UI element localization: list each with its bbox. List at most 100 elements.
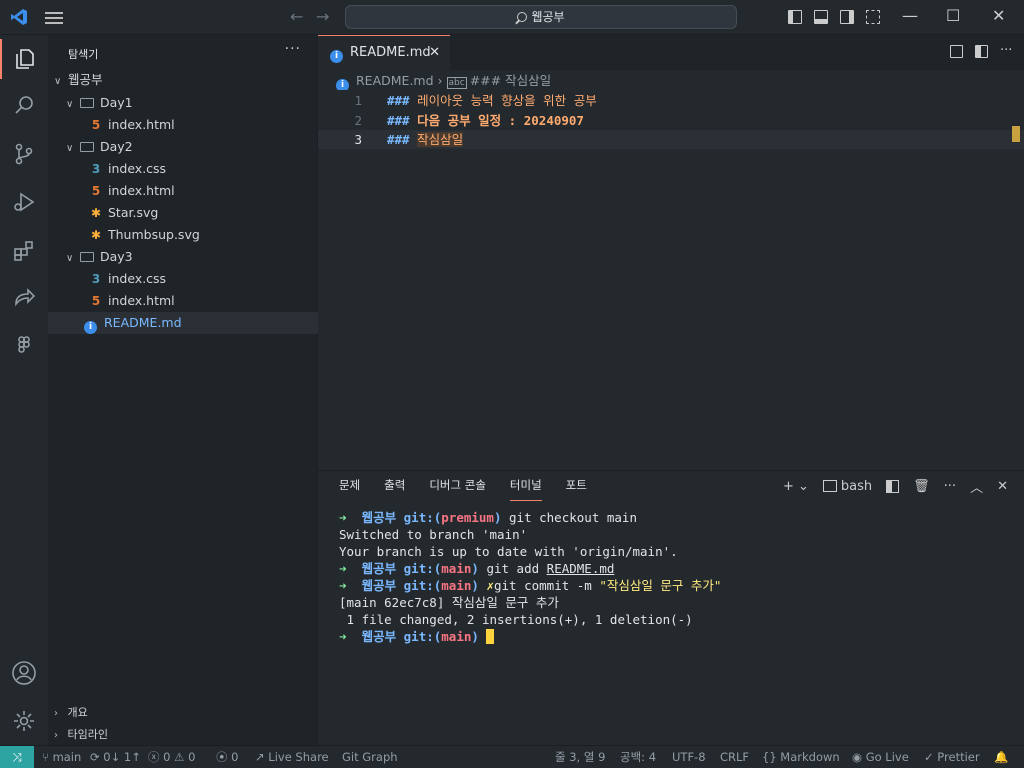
tree-file-day2-index-css[interactable]: 3 index.css — [48, 158, 318, 180]
encoding[interactable]: UTF-8 — [672, 746, 706, 768]
breadcrumb-file[interactable]: README.md — [356, 73, 434, 88]
prettier-status[interactable]: ✓ Prettier — [924, 746, 980, 768]
tree-file-thumbsup-svg[interactable]: ✱ Thumbsup.svg — [48, 224, 318, 246]
cursor-position[interactable]: 줄 3, 열 9 — [555, 746, 605, 768]
tree-folder-day3[interactable]: ∨ Day3 — [48, 246, 318, 268]
info-icon: i — [330, 50, 343, 63]
go-live-status[interactable]: ◉ Go Live — [852, 746, 909, 768]
terminal-icon — [822, 480, 837, 492]
sync-icon: ⟳ — [90, 750, 104, 764]
open-preview-icon[interactable] — [950, 45, 963, 58]
tree-file-day3-index-html[interactable]: 5 index.html — [48, 290, 318, 312]
chevron-right-icon: › — [54, 708, 58, 719]
split-editor-icon[interactable] — [975, 45, 988, 58]
command-center-search[interactable]: 웹공부 — [345, 5, 737, 29]
terminal-line: ➜ 웹공부 git:(main) ✗git commit -m "작심삼일 문구… — [339, 577, 721, 594]
branch-icon: ⑂ — [42, 750, 53, 764]
shell-label: bash — [840, 479, 873, 494]
language-mode[interactable]: {} Markdown — [762, 746, 840, 768]
terminal-line: [main 62ec7c8] 작심삼일 문구 추가 — [339, 595, 559, 610]
new-terminal-icon[interactable]: + ⌄ — [783, 479, 809, 494]
remote-indicator-icon[interactable]: ⤨ — [0, 746, 34, 768]
figma-icon[interactable] — [0, 326, 48, 366]
tab-output[interactable]: 출력 — [384, 471, 405, 501]
tab-label: README.md — [350, 45, 431, 60]
tab-problems[interactable]: 문제 — [339, 471, 360, 501]
tree-file-day3-index-css[interactable]: 3 index.css — [48, 268, 318, 290]
notifications-bell-icon[interactable]: 🔔 — [994, 746, 1008, 768]
toggle-secondary-sidebar-icon[interactable] — [840, 10, 854, 24]
tree-root-folder[interactable]: ∨ 웹공부 — [48, 69, 318, 91]
chevron-down-icon: ∨ — [66, 253, 74, 264]
tree-item-label: index.css — [108, 161, 167, 176]
live-share-status[interactable]: ↗ Live Share — [255, 746, 329, 768]
tree-file-day2-index-html[interactable]: 5 index.html — [48, 180, 318, 202]
go-live-label: Go Live — [865, 750, 909, 764]
git-prefix: git:( — [403, 629, 442, 644]
symbol-string-icon: abc — [446, 77, 467, 89]
live-share-icon[interactable] — [0, 278, 48, 318]
back-arrow-icon[interactable]: ← — [290, 7, 303, 26]
terminal-shell-selector[interactable]: bash — [822, 479, 873, 494]
ports-status[interactable]: ⦿ 0 — [216, 746, 238, 768]
search-view-icon[interactable] — [0, 85, 48, 125]
tree-folder-day2[interactable]: ∨ Day2 — [48, 136, 318, 158]
explorer-icon[interactable] — [0, 39, 48, 79]
tree-file-star-svg[interactable]: ✱ Star.svg — [48, 202, 318, 224]
tab-debug-console[interactable]: 디버그 콘솔 — [429, 471, 486, 501]
editor-tabs: i README.md ✕ ··· — [318, 35, 1024, 70]
problems-status[interactable]: ⓧ 0 ⚠ 0 — [148, 746, 195, 768]
branch-status[interactable]: ⑂ main — [42, 746, 81, 768]
terminal-output[interactable]: ➜ 웹공부 git:(premium) git checkout main Swi… — [339, 509, 721, 645]
close-tab-icon[interactable]: ✕ — [429, 36, 440, 70]
source-control-icon[interactable] — [0, 134, 48, 174]
tree-item-label: index.html — [108, 293, 175, 308]
code-editor[interactable]: 1 ### 레이아웃 능력 향상을 위한 공부 2 ### 다음 공부 일정 :… — [318, 90, 1024, 470]
more-actions-icon[interactable]: ··· — [1000, 44, 1014, 58]
indentation[interactable]: 공백: 4 — [620, 746, 656, 768]
sync-status[interactable]: ⟳ 0↓ 1↑ — [90, 746, 141, 768]
forward-arrow-icon[interactable]: → — [316, 7, 329, 26]
bottom-panel: 문제 출력 디버그 콘솔 터미널 포트 + ⌄ bash 🗑 ··· ︿ ✕ ➜… — [318, 470, 1024, 745]
breadcrumb: i README.md › abc ### 작심삼일 — [336, 72, 551, 92]
activity-bar — [0, 35, 48, 745]
toggle-primary-sidebar-icon[interactable] — [788, 10, 802, 24]
braces-icon: {} — [762, 750, 781, 764]
accounts-icon[interactable] — [0, 653, 48, 693]
svg-file-icon: ✱ — [90, 228, 102, 242]
settings-gear-icon[interactable] — [0, 701, 48, 741]
maximize-icon[interactable]: ☐ — [946, 6, 960, 25]
tree-file-readme[interactable]: i README.md — [48, 312, 318, 334]
run-debug-icon[interactable] — [0, 182, 48, 222]
menu-icon[interactable] — [44, 9, 64, 25]
prompt-branch: premium — [441, 510, 494, 525]
extensions-icon[interactable] — [0, 231, 48, 271]
outline-section[interactable]: › 개요 — [48, 702, 318, 724]
minimize-icon[interactable]: — — [902, 6, 918, 25]
more-actions-icon[interactable]: ··· — [285, 41, 301, 57]
scrollbar-marker[interactable] — [1012, 126, 1020, 142]
maximize-panel-icon[interactable]: ︿ — [970, 477, 983, 496]
timeline-section[interactable]: › 타임라인 — [48, 724, 318, 746]
toggle-panel-icon[interactable] — [814, 10, 828, 24]
split-terminal-icon[interactable] — [886, 480, 900, 493]
tree-folder-day1[interactable]: ∨ Day1 — [48, 92, 318, 114]
tab-ports[interactable]: 포트 — [566, 471, 587, 501]
tree-file-day1-index-html[interactable]: 5 index.html — [48, 114, 318, 136]
terminal-line: ➜ 웹공부 git:(main) git add README.md — [339, 560, 721, 577]
more-actions-icon[interactable]: ··· — [944, 479, 956, 494]
warning-count: 0 — [188, 750, 196, 764]
css-file-icon: 3 — [91, 162, 101, 176]
terminal-cursor — [486, 629, 495, 644]
tab-terminal[interactable]: 터미널 — [509, 471, 542, 501]
end-of-line[interactable]: CRLF — [720, 746, 749, 768]
close-window-icon[interactable]: ✕ — [992, 6, 1005, 25]
git-graph-status[interactable]: Git Graph — [342, 746, 398, 768]
customize-layout-icon[interactable] — [866, 10, 880, 24]
trash-icon[interactable]: 🗑 — [913, 479, 930, 494]
tab-readme[interactable]: i README.md ✕ — [318, 35, 450, 70]
prompt-branch: main — [441, 561, 472, 576]
breadcrumb-symbol[interactable]: ### 작심삼일 — [470, 73, 551, 88]
close-panel-icon[interactable]: ✕ — [997, 479, 1008, 494]
search-icon — [517, 12, 528, 22]
